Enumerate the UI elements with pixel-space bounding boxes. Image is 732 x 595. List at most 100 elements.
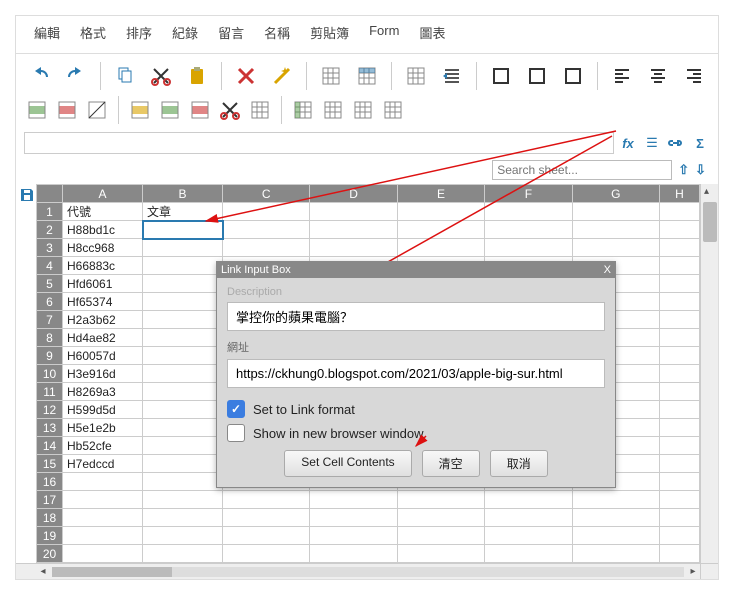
cell-B3[interactable]: [143, 239, 223, 257]
cell-H7[interactable]: [660, 311, 700, 329]
row-header[interactable]: 10: [37, 365, 63, 383]
align-r-button[interactable]: [678, 60, 710, 92]
fill-a-button[interactable]: [127, 97, 153, 123]
col-header-F[interactable]: F: [485, 185, 572, 203]
cell-F18[interactable]: [485, 509, 572, 527]
fx-button[interactable]: fx: [618, 133, 638, 153]
cell-A3[interactable]: H8cc968: [63, 239, 143, 257]
cell-A19[interactable]: [63, 527, 143, 545]
cell-G2[interactable]: [572, 221, 659, 239]
select-all-cell[interactable]: [37, 185, 63, 203]
cell-G17[interactable]: [572, 491, 659, 509]
cell-B6[interactable]: [143, 293, 223, 311]
link-format-checkbox[interactable]: ✓: [227, 400, 245, 418]
sheet-options-icon[interactable]: ☰: [642, 133, 662, 153]
cell-D3[interactable]: [310, 239, 397, 257]
cell-H18[interactable]: [660, 509, 700, 527]
cell-A7[interactable]: H2a3b62: [63, 311, 143, 329]
row-header[interactable]: 13: [37, 419, 63, 437]
cell-B12[interactable]: [143, 401, 223, 419]
cell-E18[interactable]: [397, 509, 484, 527]
cell-C3[interactable]: [223, 239, 310, 257]
cell-B9[interactable]: [143, 347, 223, 365]
table-c-button[interactable]: [320, 97, 346, 123]
cell-B18[interactable]: [143, 509, 223, 527]
cell-B2[interactable]: [143, 221, 223, 239]
cell-B11[interactable]: [143, 383, 223, 401]
cell-H2[interactable]: [660, 221, 700, 239]
cell-H5[interactable]: [660, 275, 700, 293]
cell-A5[interactable]: Hfd6061: [63, 275, 143, 293]
cell-E17[interactable]: [397, 491, 484, 509]
row-header[interactable]: 14: [37, 437, 63, 455]
delete-col-button[interactable]: [187, 97, 213, 123]
cell-A9[interactable]: H60057d: [63, 347, 143, 365]
cell-H19[interactable]: [660, 527, 700, 545]
col-header-E[interactable]: E: [397, 185, 484, 203]
cut-button[interactable]: [145, 60, 177, 92]
cell-A14[interactable]: Hb52cfe: [63, 437, 143, 455]
cell-A15[interactable]: H7edccd: [63, 455, 143, 473]
cell-H1[interactable]: [660, 203, 700, 221]
cell-C20[interactable]: [223, 545, 310, 563]
row-header[interactable]: 19: [37, 527, 63, 545]
cell-A10[interactable]: H3e916d: [63, 365, 143, 383]
cell-B7[interactable]: [143, 311, 223, 329]
cell-H16[interactable]: [660, 473, 700, 491]
cell-C2[interactable]: [223, 221, 310, 239]
cell-F17[interactable]: [485, 491, 572, 509]
row-header[interactable]: 8: [37, 329, 63, 347]
cell-A2[interactable]: H88bd1c: [63, 221, 143, 239]
search-prev-icon[interactable]: ⇧: [678, 162, 689, 178]
cell-A17[interactable]: [63, 491, 143, 509]
row-header[interactable]: 15: [37, 455, 63, 473]
cell-A8[interactable]: Hd4ae82: [63, 329, 143, 347]
cell-B17[interactable]: [143, 491, 223, 509]
cancel-button[interactable]: 取消: [490, 450, 548, 477]
row-header[interactable]: 1: [37, 203, 63, 221]
cell-button[interactable]: [380, 97, 406, 123]
description-input[interactable]: [227, 302, 605, 331]
cell-B4[interactable]: [143, 257, 223, 275]
save-icon[interactable]: [18, 186, 36, 204]
cell-G1[interactable]: [572, 203, 659, 221]
cell-H17[interactable]: [660, 491, 700, 509]
cell-H6[interactable]: [660, 293, 700, 311]
border-b-button[interactable]: [521, 60, 553, 92]
cell-B10[interactable]: [143, 365, 223, 383]
row-header[interactable]: 5: [37, 275, 63, 293]
cell-H4[interactable]: [660, 257, 700, 275]
url-input[interactable]: [227, 359, 605, 388]
indent-button[interactable]: [436, 60, 468, 92]
cell-D17[interactable]: [310, 491, 397, 509]
cell-A20[interactable]: [63, 545, 143, 563]
cell-A11[interactable]: H8269a3: [63, 383, 143, 401]
cut2-button[interactable]: [217, 97, 243, 123]
insert-col-button[interactable]: [157, 97, 183, 123]
align-l-button[interactable]: [606, 60, 638, 92]
col-header-C[interactable]: C: [223, 185, 310, 203]
cell-A4[interactable]: H66883c: [63, 257, 143, 275]
cell-F1[interactable]: [485, 203, 572, 221]
cell-D1[interactable]: [310, 203, 397, 221]
table-a-button[interactable]: [247, 97, 273, 123]
row-header[interactable]: 16: [37, 473, 63, 491]
cell-D20[interactable]: [310, 545, 397, 563]
cell-B8[interactable]: [143, 329, 223, 347]
col-header-A[interactable]: A: [63, 185, 143, 203]
col-header-G[interactable]: G: [572, 185, 659, 203]
cell-H3[interactable]: [660, 239, 700, 257]
cell-D18[interactable]: [310, 509, 397, 527]
row-header[interactable]: 3: [37, 239, 63, 257]
cell-B20[interactable]: [143, 545, 223, 563]
cell-D19[interactable]: [310, 527, 397, 545]
dialog-close-button[interactable]: X: [604, 264, 611, 276]
new-window-checkbox[interactable]: [227, 424, 245, 442]
border-a-button[interactable]: [485, 60, 517, 92]
cell-B14[interactable]: [143, 437, 223, 455]
row-header[interactable]: 2: [37, 221, 63, 239]
sum-icon[interactable]: Σ: [690, 133, 710, 153]
cell-F20[interactable]: [485, 545, 572, 563]
cell-E19[interactable]: [397, 527, 484, 545]
cell-F2[interactable]: [485, 221, 572, 239]
